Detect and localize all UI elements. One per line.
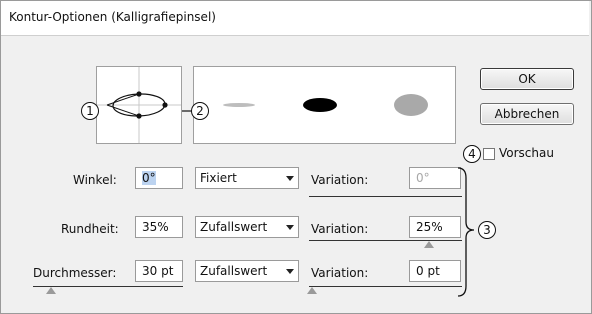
brush-shape-preview[interactable] [96,66,182,144]
angle-variation-slider-track[interactable] [309,196,462,197]
callout-2: 2 [191,102,209,120]
roundness-variation-slider-track[interactable] [309,240,462,241]
roundness-mode-select[interactable]: Zufallswert [195,216,299,238]
roundness-variation-label: Variation: [311,222,369,236]
angle-variation-label: Variation: [311,173,369,187]
brush-shape-graphic [97,67,181,143]
roundness-label: Rundheit: [61,222,119,236]
roundness-input[interactable]: 35% [135,216,183,238]
cancel-button[interactable]: Abbrechen [480,103,574,125]
angle-label: Winkel: [73,173,117,187]
angle-mode-select[interactable]: Fixiert [195,167,299,189]
diameter-variation-input[interactable]: 0 pt [409,260,461,282]
diameter-mode-select[interactable]: Zufallswert [195,260,299,282]
title-separator [1,35,589,36]
brush-variation-graphic [223,94,428,116]
diameter-label: Durchmesser: [33,266,117,280]
roundness-variation-input[interactable]: 25% [409,216,461,238]
window-title: Kontur-Optionen (Kalligrafiepinsel) [9,10,216,24]
brush-variation-preview [193,66,456,144]
diameter-variation-slider-track[interactable] [309,286,462,287]
angle-mode-value: Fixiert [200,171,237,185]
preview-label[interactable]: Vorschau [499,146,554,160]
callout-4: 4 [463,145,481,163]
callout-3: 3 [478,221,496,239]
angle-variation-input[interactable]: 0° [409,167,461,189]
chevron-down-icon [286,175,294,181]
roundness-mode-value: Zufallswert [200,220,268,234]
roundness-variation-slider-thumb[interactable] [424,241,434,248]
chevron-down-icon [286,224,294,230]
diameter-input[interactable]: 30 pt [135,260,183,282]
chevron-down-icon [286,268,294,274]
angle-value: 0° [142,171,156,185]
preview-checkbox[interactable] [483,148,495,160]
diameter-slider-thumb[interactable] [46,287,56,294]
angle-input[interactable]: 0° [135,167,183,189]
diameter-variation-slider-thumb[interactable] [307,287,317,294]
diameter-mode-value: Zufallswert [200,264,268,278]
callout-1: 1 [81,102,99,120]
diameter-variation-label: Variation: [311,266,369,280]
ok-button[interactable]: OK [480,68,574,90]
